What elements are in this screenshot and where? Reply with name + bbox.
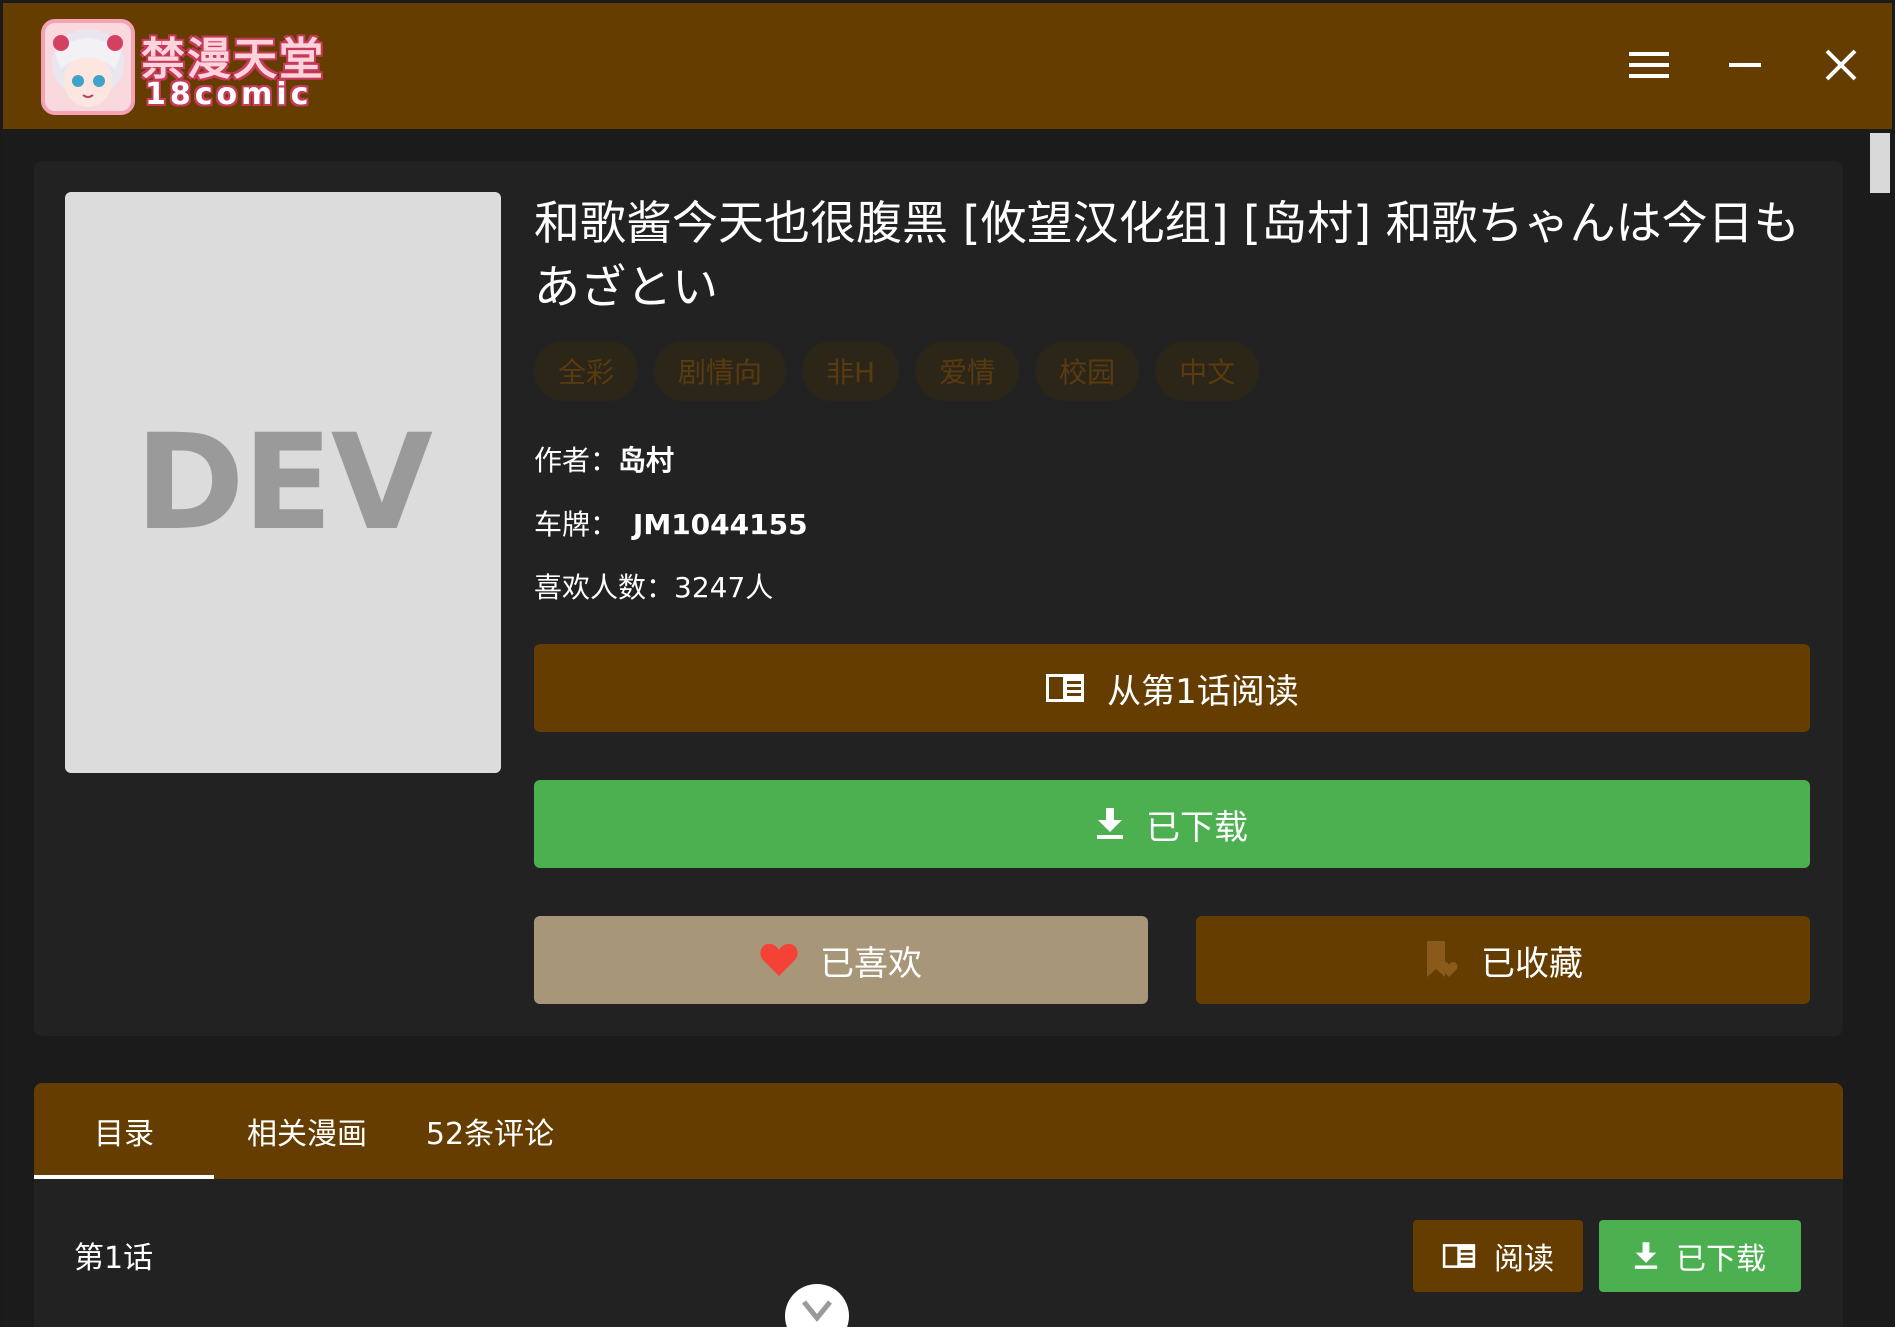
author-label: 作者： (534, 444, 619, 477)
id-label: 车牌： (534, 508, 619, 541)
comic-title: 和歌酱今天也很腹黑 [攸望汉化组] [岛村] 和歌ちゃんは今日もあざとい (534, 196, 1800, 314)
comic-info-card: DEV 和歌酱今天也很腹黑 [攸望汉化组] [岛村] 和歌ちゃんは今日もあざとい… (34, 161, 1843, 1036)
comic-id: JM1044155 (632, 508, 808, 541)
chapter-list: 第1话 阅读 已下载 (34, 1179, 1843, 1327)
tag-chip[interactable]: 剧情向 (654, 341, 787, 401)
tab-comments[interactable]: 52条评论 (400, 1083, 580, 1179)
read-from-first-label: 从第1话阅读 (1107, 671, 1299, 712)
tab-related[interactable]: 相关漫画 (214, 1083, 400, 1179)
app-window: 禁漫天堂 18comic DEV 和歌酱今天也很腹黑 [攸望汉化组] [岛村] … (3, 3, 1892, 1327)
title-bar: 禁漫天堂 18comic (3, 3, 1892, 129)
id-row: 车牌： JM1044155 (534, 503, 808, 543)
chapter-read-button[interactable]: 阅读 (1413, 1220, 1583, 1292)
scrollbar-track[interactable] (1870, 129, 1892, 1327)
liked-button[interactable]: 已喜欢 (534, 916, 1148, 1004)
favorited-label: 已收藏 (1481, 943, 1583, 984)
logo-sub-text: 18comic (145, 77, 313, 112)
tag-chip[interactable]: 非H (802, 341, 900, 401)
tab-catalog[interactable]: 目录 (34, 1083, 214, 1179)
author-row: 作者：岛村 (534, 439, 674, 479)
author-name[interactable]: 岛村 (618, 444, 674, 477)
menu-icon (1629, 52, 1669, 78)
liked-label: 已喜欢 (820, 943, 922, 984)
book-icon (1046, 674, 1085, 702)
favorited-button[interactable]: 已收藏 (1196, 916, 1810, 1004)
likes-label: 喜欢人数： (534, 571, 675, 604)
close-icon (1825, 49, 1857, 81)
logo-mascot-image (41, 19, 135, 115)
app-logo: 禁漫天堂 18comic (41, 19, 346, 117)
bookmark-heart-icon (1427, 941, 1458, 977)
download-icon (1097, 808, 1123, 839)
downloaded-button[interactable]: 已下载 (534, 780, 1810, 868)
comic-cover[interactable]: DEV (65, 192, 501, 773)
heart-icon (760, 943, 798, 976)
minimize-button[interactable] (1715, 35, 1775, 95)
chapter-name: 第1话 (74, 1241, 154, 1276)
book-icon (1442, 1244, 1476, 1268)
chapter-read-label: 阅读 (1494, 1242, 1554, 1277)
tag-chip[interactable]: 全彩 (534, 341, 639, 401)
tag-chip[interactable]: 校园 (1035, 341, 1140, 401)
tag-list: 全彩 剧情向 非H 爱情 校园 中文 (534, 341, 1260, 401)
detail-tabs: 目录 相关漫画 52条评论 (34, 1083, 1843, 1179)
read-from-first-button[interactable]: 从第1话阅读 (534, 644, 1810, 732)
close-button[interactable] (1811, 35, 1871, 95)
likes-row: 喜欢人数：3247人 (534, 566, 773, 606)
chapter-download-button[interactable]: 已下载 (1599, 1220, 1801, 1292)
likes-count: 3247人 (674, 571, 774, 604)
menu-button[interactable] (1619, 35, 1679, 95)
chapter-download-label: 已下载 (1676, 1242, 1766, 1277)
tag-chip[interactable]: 爱情 (915, 341, 1020, 401)
download-icon (1634, 1242, 1658, 1269)
cover-placeholder-text: DEV (135, 405, 433, 560)
tag-chip[interactable]: 中文 (1155, 341, 1260, 401)
downloaded-label: 已下载 (1146, 807, 1248, 848)
chevron-down-icon (802, 1300, 832, 1322)
scrollbar-thumb[interactable] (1870, 133, 1890, 193)
minimize-icon (1729, 63, 1761, 67)
